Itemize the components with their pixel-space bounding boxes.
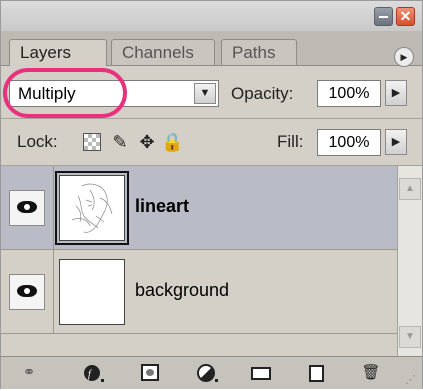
eye-icon	[17, 285, 37, 297]
visibility-toggle[interactable]	[9, 274, 45, 310]
tab-paths[interactable]: Paths	[221, 39, 297, 65]
visibility-toggle[interactable]	[9, 190, 45, 226]
new-layer-icon[interactable]	[305, 362, 329, 384]
lock-transparent-pixels-icon[interactable]	[83, 133, 101, 151]
tab-layers[interactable]: Layers	[9, 39, 107, 66]
fill-slider-button[interactable]: ▶	[385, 129, 407, 155]
layer-name[interactable]: background	[135, 280, 229, 301]
panel-titlebar: ✕	[1, 1, 422, 31]
lock-all-icon[interactable]: 🔒	[161, 131, 183, 153]
layer-style-icon[interactable]: f	[81, 362, 105, 384]
scroll-up-icon[interactable]: ▲	[399, 178, 421, 200]
close-button[interactable]: ✕	[396, 7, 415, 26]
blend-mode-value: Multiply	[18, 84, 76, 103]
panel-bottom-toolbar: ⚭ f 🗑	[1, 356, 422, 389]
layer-scrollbar[interactable]: ▲ ▼	[397, 166, 422, 356]
lock-row: Lock: ✎ ✥ 🔒 Fill: 100% ▶	[1, 119, 422, 166]
scroll-down-icon[interactable]: ▼	[399, 326, 421, 348]
panel-menu-button[interactable]: ▶	[394, 47, 414, 67]
layers-panel: ✕ Layers Channels Paths ▶ Multiply ▼ Opa…	[0, 0, 423, 389]
layer-row-background[interactable]: background	[1, 250, 397, 334]
layer-thumbnail	[59, 259, 125, 325]
minimize-button[interactable]	[374, 7, 393, 26]
chevron-down-icon[interactable]: ▼	[194, 83, 216, 104]
lock-image-pixels-icon[interactable]: ✎	[109, 131, 131, 153]
layer-mask-icon[interactable]	[139, 362, 163, 384]
lock-label: Lock:	[17, 132, 58, 151]
layer-list: lineart background	[1, 166, 397, 356]
adjustment-layer-icon[interactable]	[195, 362, 219, 384]
opacity-label: Opacity:	[231, 84, 294, 103]
trash-icon[interactable]: 🗑	[359, 362, 383, 384]
tab-channels[interactable]: Channels	[111, 39, 215, 65]
new-group-icon[interactable]	[249, 362, 273, 384]
layer-thumbnail	[59, 175, 125, 241]
opacity-slider-button[interactable]: ▶	[385, 80, 407, 106]
eye-icon	[17, 201, 37, 213]
fill-input[interactable]: 100%	[317, 129, 381, 156]
layer-row-lineart[interactable]: lineart	[1, 166, 397, 250]
fill-label: Fill:	[277, 132, 304, 151]
link-layers-icon[interactable]: ⚭	[17, 362, 41, 384]
resize-grip-icon[interactable]: ⋰	[405, 373, 419, 387]
opacity-input[interactable]: 100%	[317, 80, 381, 107]
blend-mode-select[interactable]: Multiply ▼	[9, 80, 219, 107]
panel-tab-bar: Layers Channels Paths ▶	[1, 31, 422, 67]
layer-name[interactable]: lineart	[135, 196, 189, 217]
blend-options-row: Multiply ▼ Opacity: 100% ▶	[1, 66, 422, 119]
lock-position-icon[interactable]: ✥	[136, 131, 158, 153]
